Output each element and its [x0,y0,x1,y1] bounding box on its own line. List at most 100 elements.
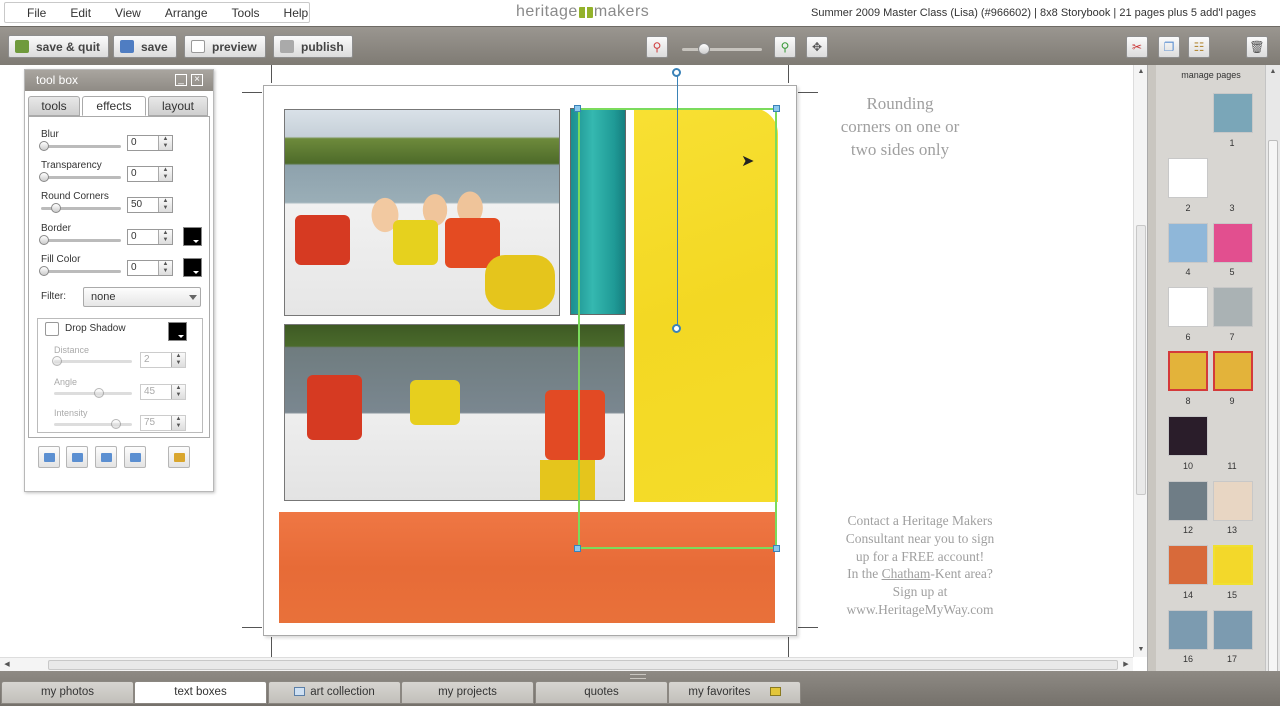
tab-text-boxes[interactable]: text boxes [134,681,267,704]
delete-button[interactable]: 🗑 [1246,36,1268,58]
slider-thumb[interactable] [39,141,49,151]
zoom-in-button[interactable]: ⚲ [774,36,796,58]
intensity-slider[interactable] [54,419,132,429]
spinner-arrows-icon[interactable]: ▲ ▼ [171,385,185,399]
note-link-chatham[interactable]: Chatham [882,566,931,581]
page-thumbnail-10[interactable] [1168,416,1208,456]
lock-button[interactable] [168,446,190,468]
tab-art-collection[interactable]: art collection [268,681,401,704]
intensity-input[interactable]: 75 ▲ ▼ [140,415,186,431]
border-slider[interactable] [39,235,121,245]
fill-color-slider[interactable] [39,266,121,276]
page-thumbnail-17[interactable] [1213,610,1253,650]
resize-handle-br[interactable] [773,545,780,552]
photo-kids-on-boat[interactable] [284,109,560,316]
zoom-slider-thumb[interactable] [698,43,710,55]
page-thumbnail-9[interactable] [1213,351,1253,391]
menu-file[interactable]: File [5,6,58,20]
tab-my-favorites[interactable]: my favorites [668,681,801,704]
menu-tools[interactable]: Tools [220,6,272,20]
page-thumbnail-1[interactable] [1213,93,1253,133]
zoom-slider-track[interactable] [682,48,762,51]
round-corners-input[interactable]: 50 ▲ ▼ [127,197,173,213]
tool-box-titlebar[interactable]: tool box _ × [25,70,213,91]
tab-my-photos[interactable]: my photos [1,681,134,704]
pages-scrollbar[interactable]: ▲ [1265,65,1280,675]
tab-layout[interactable]: layout [148,96,208,116]
teal-paper-strip[interactable] [570,108,626,315]
save-quit-button[interactable]: save & quit [8,35,110,58]
spinner-arrows-icon[interactable]: ▲ ▼ [171,416,185,430]
scroll-up-icon[interactable]: ▲ [1266,65,1280,79]
page-thumbnail-8[interactable] [1168,351,1208,391]
menu-edit[interactable]: Edit [58,6,103,20]
menu-view[interactable]: View [103,6,153,20]
slider-thumb[interactable] [39,266,49,276]
menu-help[interactable]: Help [272,6,321,20]
panel-divider[interactable] [1147,65,1156,671]
vertical-scroll-thumb[interactable] [1136,225,1146,495]
tab-tools[interactable]: tools [28,96,80,116]
blur-input[interactable]: 0 ▲ ▼ [127,135,173,151]
preview-button[interactable]: preview [184,35,266,58]
tab-my-projects[interactable]: my projects [401,681,534,704]
page-thumbnail-13[interactable] [1213,481,1253,521]
fill-color-swatch[interactable] [183,258,202,277]
page-thumbnail-12[interactable] [1168,481,1208,521]
spinner-arrows-icon[interactable]: ▲ ▼ [158,198,172,212]
bring-forward-button[interactable] [95,446,117,468]
spinner-arrows-icon[interactable]: ▲ ▼ [158,167,172,181]
canvas-horizontal-scrollbar[interactable]: ◀ ▶ [0,657,1133,671]
resize-handle-tl[interactable] [574,105,581,112]
slider-thumb[interactable] [39,172,49,182]
tab-effects[interactable]: effects [82,96,146,116]
angle-slider[interactable] [54,388,132,398]
spinner-arrows-icon[interactable]: ▲ ▼ [158,261,172,275]
menu-arrange[interactable]: Arrange [153,6,220,20]
tab-quotes[interactable]: quotes [535,681,668,704]
save-button[interactable]: save [113,35,177,58]
minimize-icon[interactable]: _ [175,74,187,86]
paste-button[interactable]: ☷ [1188,36,1210,58]
drop-shadow-color-swatch[interactable] [168,322,187,341]
center-handle[interactable] [672,324,681,333]
scroll-right-icon[interactable]: ▶ [1119,658,1133,672]
fill-color-input[interactable]: 0 ▲ ▼ [127,260,173,276]
page-thumbnail-4[interactable] [1168,223,1208,263]
resize-grip-icon[interactable] [630,674,646,679]
scroll-left-icon[interactable]: ◀ [0,658,14,672]
bring-to-front-button[interactable] [124,446,146,468]
fit-to-screen-button[interactable]: ✥ [806,36,828,58]
resize-handle-tr[interactable] [773,105,780,112]
horizontal-scroll-thumb[interactable] [48,660,1118,670]
slider-thumb[interactable] [94,388,104,398]
page-thumbnail-5[interactable] [1213,223,1253,263]
publish-button[interactable]: publish [273,35,353,58]
cut-button[interactable]: ✂ [1126,36,1148,58]
distance-slider[interactable] [52,356,132,366]
zoom-out-button[interactable]: ⚲ [646,36,668,58]
scrapbook-page[interactable] [263,85,797,636]
send-backward-button[interactable] [66,446,88,468]
yellow-rounded-paper[interactable] [634,108,778,502]
orange-paper-strip[interactable] [279,512,775,623]
drop-shadow-checkbox[interactable] [45,322,59,336]
photo-kids-looking-at-water[interactable] [284,324,625,501]
slider-thumb[interactable] [111,419,121,429]
transparency-input[interactable]: 0 ▲ ▼ [127,166,173,182]
border-color-swatch[interactable] [183,227,202,246]
angle-input[interactable]: 45 ▲ ▼ [140,384,186,400]
canvas-vertical-scrollbar[interactable]: ▲ ▼ [1133,65,1147,657]
border-input[interactable]: 0 ▲ ▼ [127,229,173,245]
scroll-up-icon[interactable]: ▲ [1134,65,1148,79]
filter-select[interactable]: none [83,287,201,307]
page-thumbnail-6[interactable] [1168,287,1208,327]
spinner-arrows-icon[interactable]: ▲ ▼ [171,353,185,367]
page-thumbnail-14[interactable] [1168,545,1208,585]
page-thumbnail-7[interactable] [1213,287,1253,327]
slider-thumb[interactable] [52,356,62,366]
page-thumbnail-15[interactable] [1213,545,1253,585]
copy-button[interactable]: ❐ [1158,36,1180,58]
pages-scroll-thumb[interactable] [1268,140,1278,675]
close-icon[interactable]: × [191,74,203,86]
